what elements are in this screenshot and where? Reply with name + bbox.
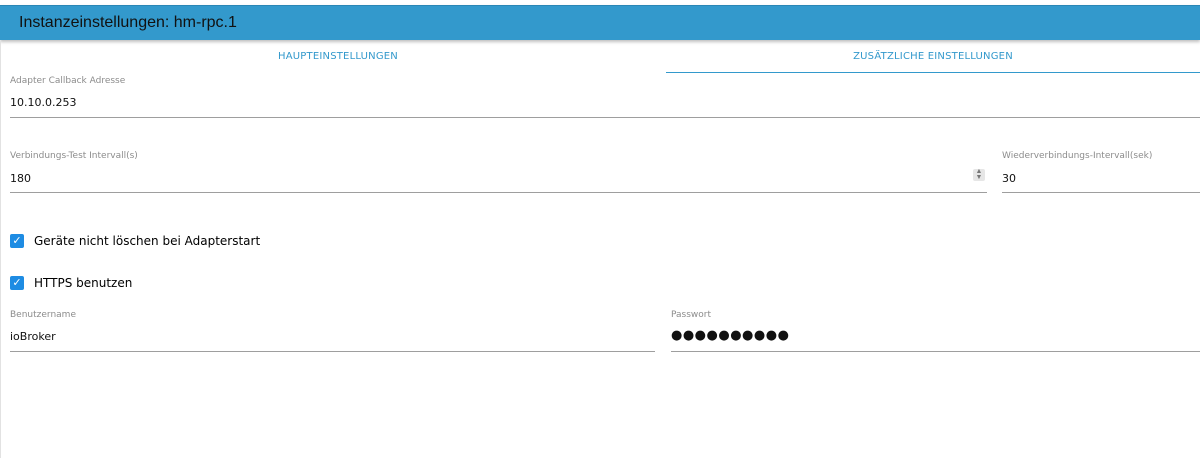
reconnect-interval-underline — [1002, 192, 1200, 193]
active-tab-indicator — [666, 72, 1200, 73]
tab-main-settings[interactable]: HAUPTEINSTELLUNGEN — [8, 49, 668, 73]
number-spinner-icon[interactable]: ▲ ▼ — [973, 168, 985, 181]
checkmark-icon[interactable]: ✓ — [10, 234, 24, 248]
reconnect-interval-label: Wiederverbindungs-Intervall(sek) — [1002, 151, 1153, 161]
reconnect-interval-field[interactable]: Wiederverbindungs-Intervall(sek) 30 — [1002, 151, 1200, 195]
dialog-header: Instanzeinstellungen: hm-rpc.1 — [0, 5, 1200, 40]
reconnect-interval-input[interactable]: 30 — [1002, 172, 1016, 185]
connection-test-interval-field[interactable]: Verbindungs-Test Intervall(s) 180 ▲ ▼ — [10, 151, 987, 195]
dialog-title: Instanzeinstellungen: hm-rpc.1 — [19, 14, 237, 31]
checkmark-icon[interactable]: ✓ — [10, 276, 24, 290]
username-input[interactable]: ioBroker — [10, 330, 56, 343]
callback-address-underline — [10, 117, 1200, 118]
tab-additional-settings[interactable]: ZUSÄTZLICHE EINSTELLUNGEN — [666, 49, 1200, 73]
callback-address-input[interactable]: 10.10.0.253 — [10, 96, 76, 109]
password-input[interactable]: ●●●●●●●●●● — [671, 328, 789, 343]
callback-address-field[interactable]: Adapter Callback Adresse 10.10.0.253 — [10, 76, 1200, 120]
use-https-label: HTTPS benutzen — [34, 276, 133, 290]
callback-address-label: Adapter Callback Adresse — [10, 76, 126, 86]
password-field[interactable]: Passwort ●●●●●●●●●● — [671, 310, 1200, 354]
connection-test-interval-label: Verbindungs-Test Intervall(s) — [10, 151, 138, 161]
connection-test-interval-underline — [10, 192, 987, 193]
password-label: Passwort — [671, 310, 712, 320]
username-field[interactable]: Benutzername ioBroker — [10, 310, 655, 354]
content-border — [0, 40, 1, 458]
username-label: Benutzername — [10, 310, 76, 320]
connection-test-interval-input[interactable]: 180 — [10, 172, 31, 185]
username-underline — [10, 351, 655, 352]
keep-devices-label: Geräte nicht löschen bei Adapterstart — [34, 234, 261, 248]
password-underline — [671, 351, 1200, 352]
